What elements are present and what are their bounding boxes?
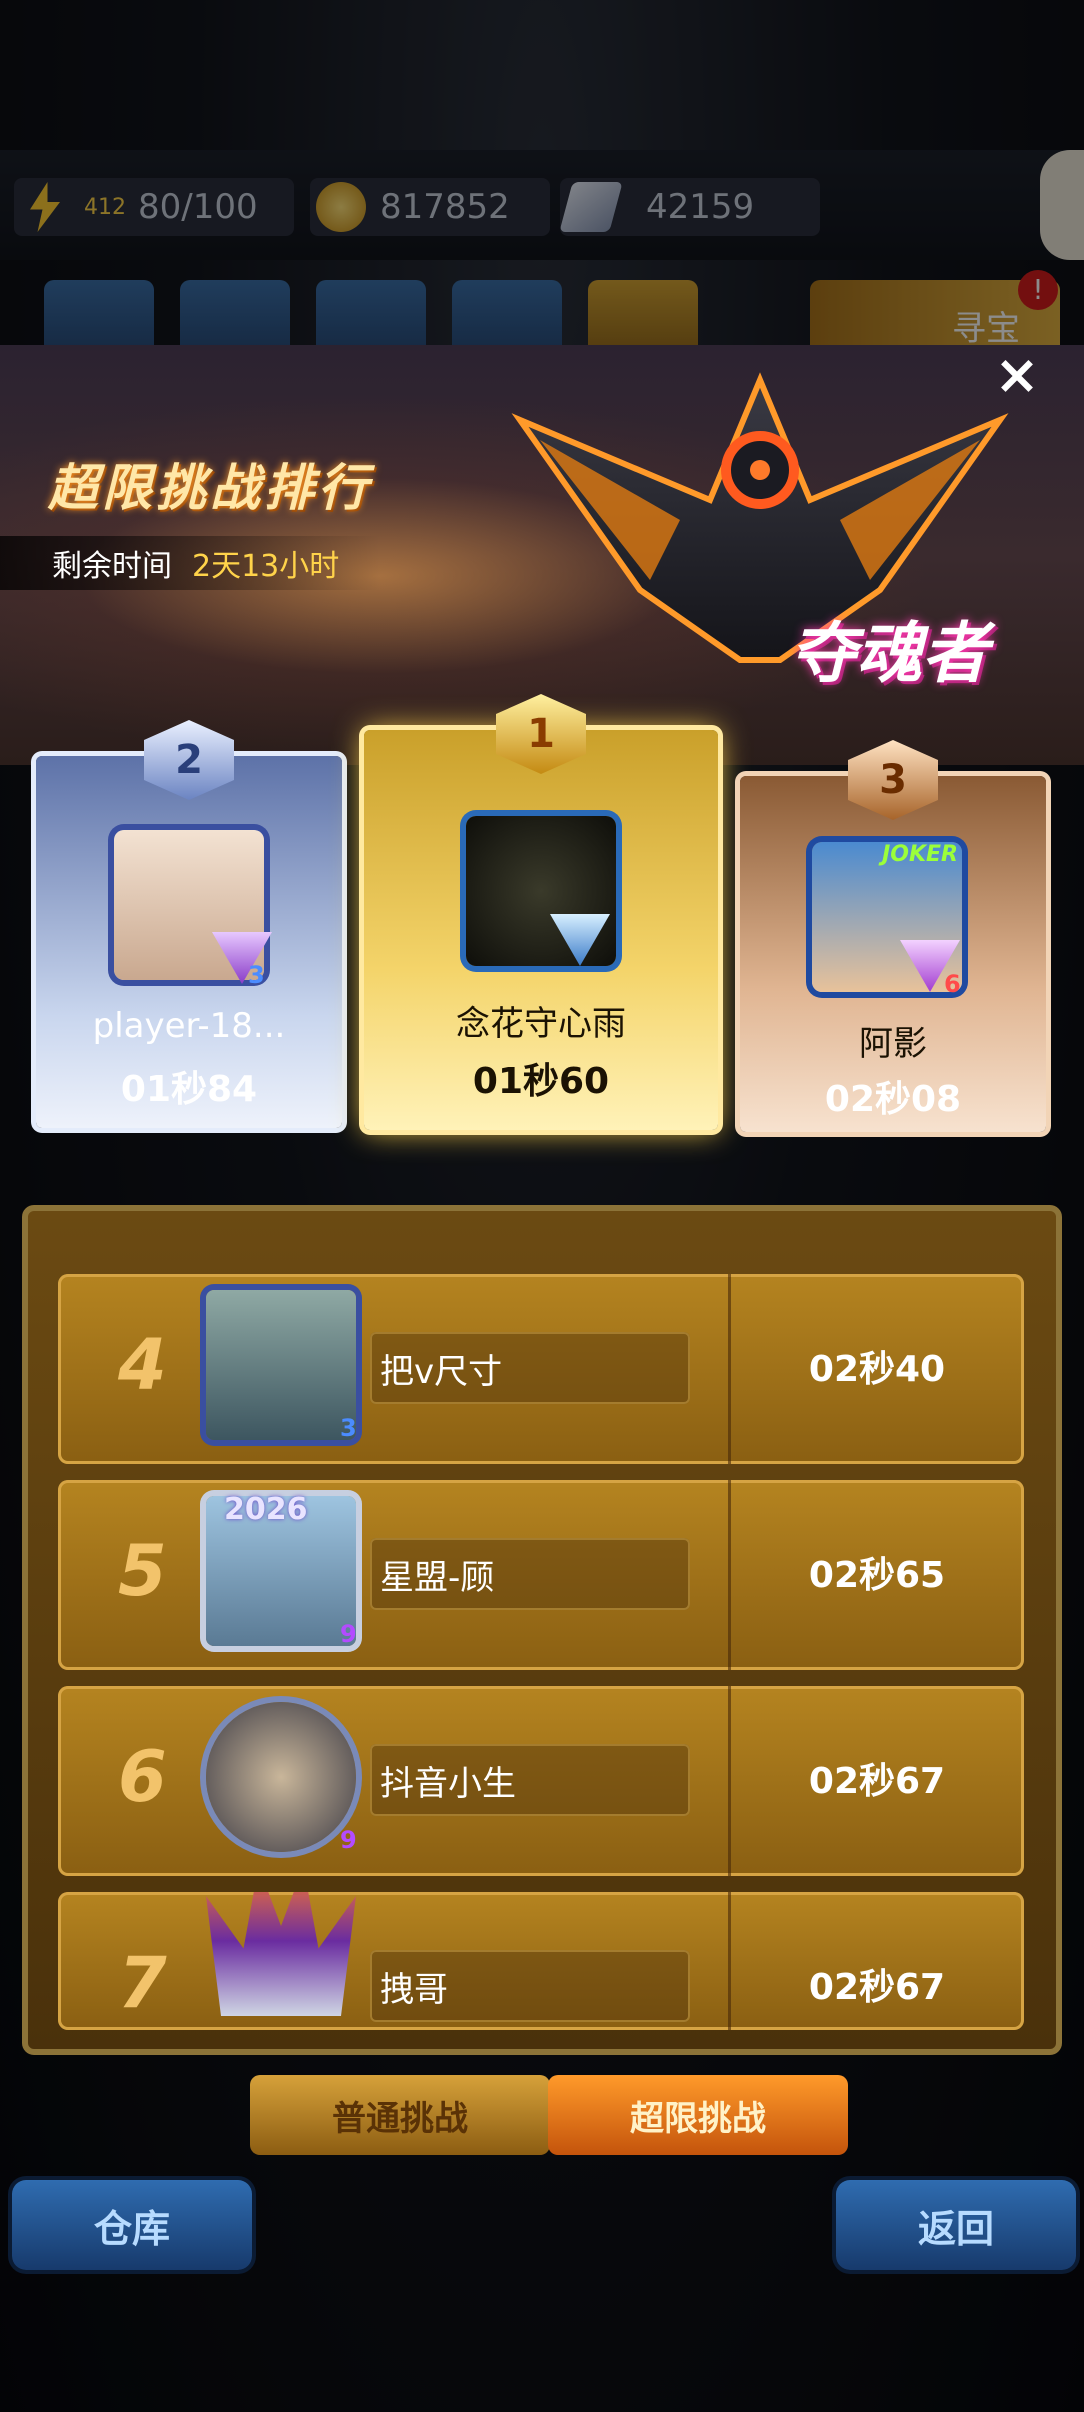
avatar: 2026 — [206, 1492, 356, 1646]
player-name: 抖音小生 — [380, 1764, 516, 1804]
player-name: 星盟-顾 — [380, 1558, 495, 1598]
player-time: 02秒40 — [808, 1349, 946, 1390]
remaining-time-value: 2天13小时 — [192, 549, 340, 584]
player-name: 阿影 — [859, 1024, 927, 1064]
avatar — [206, 1702, 356, 1852]
podium-card-rank3[interactable]: 3 JOKER 6 阿影 02秒08 — [740, 740, 1046, 1132]
tab-extreme-challenge[interactable]: 超限挑战 — [548, 2075, 848, 2155]
joker-frame-label: JOKER — [882, 842, 958, 867]
vip-level: 9 — [340, 1620, 357, 1648]
remaining-time-label: 剩余时间 — [52, 549, 172, 584]
avatar — [206, 1290, 356, 1440]
year-frame-label: 2026 — [224, 1492, 308, 1527]
modal-title: 超限挑战排行 — [48, 459, 372, 517]
tab-normal-label: 普通挑战 — [332, 2098, 468, 2139]
vip-level: 6 — [944, 970, 961, 998]
remaining-time: 剩余时间 2天13小时 — [0, 536, 380, 590]
vip-level: 9 — [340, 1826, 357, 1854]
vip-level: 3 — [340, 1414, 357, 1442]
tab-extreme-label: 超限挑战 — [630, 2098, 766, 2139]
ranking-row[interactable]: 5 2026 9 星盟-顾 02秒65 — [58, 1480, 1024, 1670]
tab-normal-challenge[interactable]: 普通挑战 — [250, 2075, 550, 2155]
back-button[interactable]: 返回 — [836, 2180, 1076, 2270]
back-label: 返回 — [917, 2206, 994, 2251]
vip-level: 3 — [248, 961, 265, 989]
podium-card-rank1[interactable]: 1 念花守心雨 01秒60 — [364, 694, 718, 1130]
rank-number: 6 — [118, 1736, 167, 1818]
player-name: player-18... — [92, 1006, 286, 1046]
rank-number: 7 — [118, 1942, 167, 2024]
ship-name: 夺魂者 — [790, 615, 988, 692]
player-time: 01秒60 — [472, 1061, 610, 1102]
warehouse-label: 仓库 — [93, 2206, 170, 2251]
ranking-row[interactable]: 7 拽哥 02秒67 — [58, 1892, 1024, 2030]
avatar — [206, 1892, 356, 2016]
rank-number: 4 — [118, 1324, 167, 1406]
avatar — [466, 816, 616, 966]
player-time: 02秒65 — [808, 1555, 946, 1596]
rank-number: 5 — [118, 1530, 167, 1612]
player-time: 02秒67 — [808, 1761, 946, 1802]
player-name: 把v尺寸 — [380, 1352, 503, 1392]
player-name: 拽哥 — [380, 1970, 448, 2010]
player-name: 念花守心雨 — [456, 1004, 626, 1044]
player-time: 02秒08 — [824, 1079, 962, 1120]
close-button[interactable]: × — [990, 348, 1044, 402]
ranking-row[interactable]: 6 9 抖音小生 02秒67 — [58, 1686, 1024, 1876]
ranking-row[interactable]: 4 3 把v尺寸 02秒40 — [58, 1274, 1024, 1464]
podium-card-rank2[interactable]: 2 3 player-18... 01秒84 — [36, 720, 342, 1128]
player-time: 02秒67 — [808, 1967, 946, 2008]
player-time: 01秒84 — [120, 1069, 258, 1110]
warehouse-button[interactable]: 仓库 — [12, 2180, 252, 2270]
